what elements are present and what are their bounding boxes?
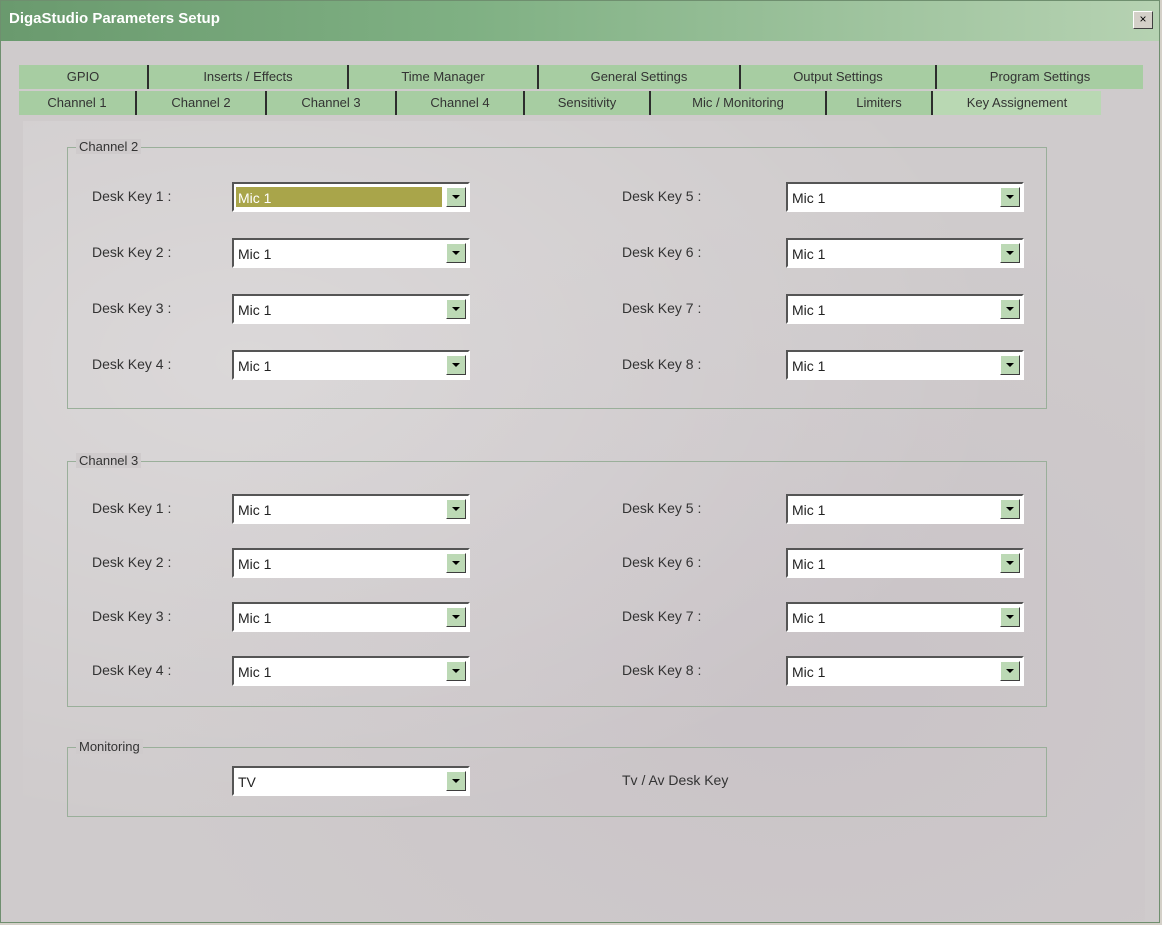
desk-key-select[interactable]: Mic 1 bbox=[232, 548, 470, 578]
group-legend: Channel 3 bbox=[76, 453, 142, 468]
dropdown-arrow-icon[interactable] bbox=[1000, 299, 1020, 319]
tab-mic-monitoring[interactable]: Mic / Monitoring bbox=[651, 91, 827, 115]
desk-key-select[interactable]: Mic 1 bbox=[786, 182, 1024, 212]
select-value: Mic 1 bbox=[238, 190, 272, 206]
dropdown-arrow-icon[interactable] bbox=[446, 607, 466, 627]
tab-general-settings[interactable]: General Settings bbox=[539, 65, 741, 89]
desk-key-label: Desk Key 5 : bbox=[622, 188, 702, 204]
desk-key-select[interactable]: Mic 1 bbox=[232, 350, 470, 380]
select-value: Mic 1 bbox=[238, 502, 272, 518]
desk-key-select[interactable]: Mic 1 bbox=[786, 656, 1024, 686]
desk-key-select[interactable]: Mic 1 bbox=[232, 238, 470, 268]
desk-key-select[interactable]: Mic 1 bbox=[232, 602, 470, 632]
desk-key-select[interactable]: Mic 1 bbox=[786, 602, 1024, 632]
desk-key-label: Desk Key 7 : bbox=[622, 300, 702, 316]
desk-key-label: Desk Key 1 : bbox=[92, 500, 172, 516]
desk-key-select[interactable]: Mic 1 bbox=[786, 294, 1024, 324]
close-button[interactable]: × bbox=[1133, 11, 1153, 29]
desk-key-select[interactable]: Mic 1 bbox=[786, 350, 1024, 380]
desk-key-label: Desk Key 3 : bbox=[92, 608, 172, 624]
tab-key-assignement[interactable]: Key Assignement bbox=[933, 91, 1101, 115]
dropdown-arrow-icon[interactable] bbox=[446, 661, 466, 681]
desk-key-label: Desk Key 8 : bbox=[622, 356, 702, 372]
tab-gpio[interactable]: GPIO bbox=[19, 65, 149, 89]
monitoring-select[interactable]: TV bbox=[232, 766, 470, 796]
desk-key-label: Desk Key 1 : bbox=[92, 188, 172, 204]
desk-key-select[interactable]: Mic 1 bbox=[232, 494, 470, 524]
dropdown-arrow-icon[interactable] bbox=[446, 553, 466, 573]
dropdown-arrow-icon[interactable] bbox=[1000, 355, 1020, 375]
desk-key-label: Desk Key 4 : bbox=[92, 662, 172, 678]
tab-channel-3[interactable]: Channel 3 bbox=[267, 91, 397, 115]
tab-limiters[interactable]: Limiters bbox=[827, 91, 933, 115]
select-value: Mic 1 bbox=[792, 610, 826, 626]
select-value: Mic 1 bbox=[238, 610, 272, 626]
select-value: Mic 1 bbox=[792, 502, 826, 518]
dropdown-arrow-icon[interactable] bbox=[446, 299, 466, 319]
tab-inserts-effects[interactable]: Inserts / Effects bbox=[149, 65, 349, 89]
group-monitoring: Monitoring TV Tv / Av Desk Key bbox=[67, 739, 1047, 817]
tab-sensitivity[interactable]: Sensitivity bbox=[525, 91, 651, 115]
select-value: Mic 1 bbox=[792, 246, 826, 262]
group-channel-2: Channel 2 Desk Key 1 : Desk Key 2 : Desk… bbox=[67, 139, 1047, 409]
tab-strip: GPIO Inserts / Effects Time Manager Gene… bbox=[19, 57, 1143, 121]
select-value: Mic 1 bbox=[792, 190, 826, 206]
dropdown-arrow-icon[interactable] bbox=[446, 771, 466, 791]
dropdown-arrow-icon[interactable] bbox=[1000, 499, 1020, 519]
tab-channel-4[interactable]: Channel 4 bbox=[397, 91, 525, 115]
title-bar: DigaStudio Parameters Setup × bbox=[1, 1, 1159, 41]
monitoring-description: Tv / Av Desk Key bbox=[622, 772, 729, 788]
select-value: TV bbox=[238, 774, 256, 790]
desk-key-label: Desk Key 7 : bbox=[622, 608, 702, 624]
desk-key-label: Desk Key 8 : bbox=[622, 662, 702, 678]
group-legend: Channel 2 bbox=[76, 139, 142, 154]
tab-channel-2[interactable]: Channel 2 bbox=[137, 91, 267, 115]
group-channel-3: Channel 3 Desk Key 1 : Desk Key 2 : Desk… bbox=[67, 453, 1047, 707]
key-assignment-panel: Channel 2 Desk Key 1 : Desk Key 2 : Desk… bbox=[23, 121, 1145, 921]
dropdown-arrow-icon[interactable] bbox=[446, 499, 466, 519]
select-value: Mic 1 bbox=[238, 664, 272, 680]
select-value: Mic 1 bbox=[238, 556, 272, 572]
desk-key-select[interactable]: Mic 1 bbox=[232, 294, 470, 324]
dropdown-arrow-icon[interactable] bbox=[1000, 187, 1020, 207]
parameters-window: DigaStudio Parameters Setup × GPIO Inser… bbox=[0, 0, 1160, 923]
desk-key-label: Desk Key 2 : bbox=[92, 244, 172, 260]
dropdown-arrow-icon[interactable] bbox=[446, 243, 466, 263]
select-value: Mic 1 bbox=[792, 302, 826, 318]
tab-time-manager[interactable]: Time Manager bbox=[349, 65, 539, 89]
tab-row-back: GPIO Inserts / Effects Time Manager Gene… bbox=[19, 65, 1143, 89]
desk-key-label: Desk Key 4 : bbox=[92, 356, 172, 372]
desk-key-label: Desk Key 2 : bbox=[92, 554, 172, 570]
window-title: DigaStudio Parameters Setup bbox=[9, 10, 220, 27]
select-value: Mic 1 bbox=[792, 664, 826, 680]
desk-key-select[interactable]: Mic 1 bbox=[786, 494, 1024, 524]
desk-key-select[interactable]: Mic 1 bbox=[786, 238, 1024, 268]
dropdown-arrow-icon[interactable] bbox=[1000, 607, 1020, 627]
desk-key-label: Desk Key 6 : bbox=[622, 554, 702, 570]
tab-program-settings[interactable]: Program Settings bbox=[937, 65, 1143, 89]
tab-channel-1[interactable]: Channel 1 bbox=[19, 91, 137, 115]
select-value: Mic 1 bbox=[792, 556, 826, 572]
dropdown-arrow-icon[interactable] bbox=[1000, 661, 1020, 681]
select-value: Mic 1 bbox=[238, 246, 272, 262]
desk-key-label: Desk Key 5 : bbox=[622, 500, 702, 516]
tab-row-front: Channel 1 Channel 2 Channel 3 Channel 4 … bbox=[19, 91, 1143, 115]
select-value: Mic 1 bbox=[238, 302, 272, 318]
desk-key-select[interactable]: Mic 1 bbox=[786, 548, 1024, 578]
dropdown-arrow-icon[interactable] bbox=[1000, 553, 1020, 573]
desk-key-select[interactable]: Mic 1 bbox=[232, 182, 470, 212]
select-value: Mic 1 bbox=[238, 358, 272, 374]
dropdown-arrow-icon[interactable] bbox=[446, 187, 466, 207]
tab-output-settings[interactable]: Output Settings bbox=[741, 65, 937, 89]
select-value: Mic 1 bbox=[792, 358, 826, 374]
dropdown-arrow-icon[interactable] bbox=[1000, 243, 1020, 263]
dropdown-arrow-icon[interactable] bbox=[446, 355, 466, 375]
desk-key-select[interactable]: Mic 1 bbox=[232, 656, 470, 686]
group-legend: Monitoring bbox=[76, 739, 143, 754]
desk-key-label: Desk Key 6 : bbox=[622, 244, 702, 260]
desk-key-label: Desk Key 3 : bbox=[92, 300, 172, 316]
